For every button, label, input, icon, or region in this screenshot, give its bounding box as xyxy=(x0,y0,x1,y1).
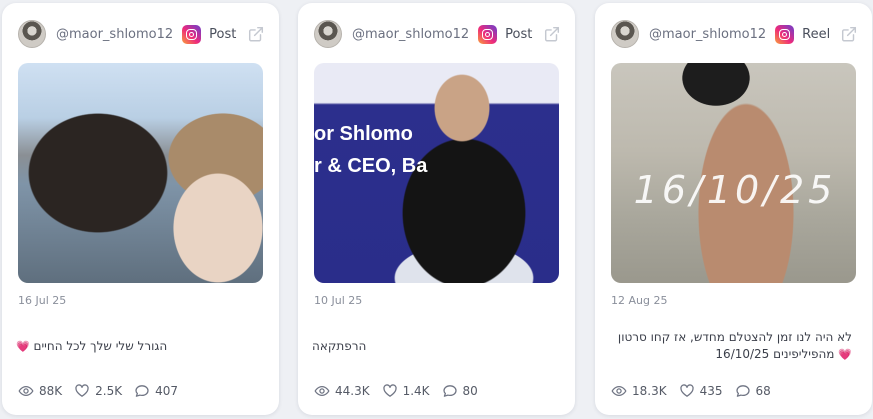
likes-stat: 1.4K xyxy=(382,383,430,399)
instagram-icon xyxy=(775,24,795,44)
external-link-icon[interactable] xyxy=(543,25,561,43)
caption-line: לא היה לנו זמן להצטלם מחדש, אז קחו סרטון xyxy=(617,330,852,344)
comments-count: 68 xyxy=(755,384,771,398)
account-handle: @maor_shlomo12 xyxy=(56,26,174,42)
post-type-label: Reel xyxy=(802,26,831,42)
post-card[interactable]: @maor_shlomo12 Reel 16/10/25 12 Aug 25 ל… xyxy=(595,3,872,415)
video-overlay-text: 16/10/25 xyxy=(633,168,837,212)
post-card[interactable]: @maor_shlomo12 Post or Shlomo r & CEO, B… xyxy=(298,3,575,415)
comments-stat: 80 xyxy=(442,383,478,399)
likes-stat: 435 xyxy=(679,383,723,399)
account-handle: @maor_shlomo12 xyxy=(352,26,470,42)
caption-date: 16/10/25 xyxy=(715,347,770,361)
post-date: 16 Jul 25 xyxy=(18,294,67,307)
post-stats: 88K 2.5K 407 xyxy=(18,383,190,399)
views-stat: 44.3K xyxy=(314,383,370,399)
instagram-icon xyxy=(182,24,202,44)
card-header: @maor_shlomo12 Post xyxy=(314,19,561,49)
views-count: 18.3K xyxy=(632,384,667,398)
heart-icon xyxy=(75,384,89,397)
post-date: 10 Jul 25 xyxy=(314,294,363,307)
avatar xyxy=(611,20,639,48)
caption-text: הגורל שלי שלך לכל החיים xyxy=(33,339,168,353)
post-stats: 44.3K 1.4K 80 xyxy=(314,383,490,399)
heart-icon xyxy=(382,384,397,397)
external-link-icon[interactable] xyxy=(840,25,858,43)
heart-emoji: 💗 xyxy=(838,348,852,361)
card-header: @maor_shlomo12 Reel xyxy=(611,19,858,49)
comment-icon xyxy=(135,385,149,397)
post-card[interactable]: @maor_shlomo12 Post 16 Jul 25 הגורל שלי … xyxy=(2,3,279,415)
post-type-label: Post xyxy=(505,26,533,42)
post-caption: הגורל שלי שלך לכל החיים 💗 xyxy=(16,338,265,355)
comment-icon xyxy=(442,385,457,397)
post-caption: הרפתקאה xyxy=(312,338,561,355)
comments-count: 80 xyxy=(462,384,478,398)
post-caption: לא היה לנו זמן להצטלם מחדש, אז קחו סרטון… xyxy=(609,329,852,363)
post-image[interactable] xyxy=(18,63,263,283)
account-handle: @maor_shlomo12 xyxy=(649,26,767,42)
caption-text: מהפיליפינים xyxy=(773,347,835,361)
avatar xyxy=(18,20,46,48)
likes-count: 435 xyxy=(699,384,723,398)
banner-line: or Shlomo xyxy=(314,123,413,145)
caption-line: 💗 מהפיליפינים 16/10/25 xyxy=(609,346,852,363)
card-header: @maor_shlomo12 Post xyxy=(18,19,265,49)
eye-icon xyxy=(611,385,627,397)
instagram-icon xyxy=(478,24,498,44)
banner-line: r & CEO, Ba xyxy=(314,155,428,177)
comment-icon xyxy=(735,385,750,397)
image-banner-text: or Shlomo r & CEO, Ba xyxy=(314,118,427,182)
comments-stat: 68 xyxy=(735,383,771,399)
caption-text: הרפתקאה xyxy=(312,339,367,353)
views-stat: 18.3K xyxy=(611,383,667,399)
post-type-label: Post xyxy=(209,26,237,42)
post-image[interactable]: or Shlomo r & CEO, Ba xyxy=(314,63,559,283)
reel-thumbnail[interactable]: 16/10/25 xyxy=(611,63,856,283)
comments-stat: 407 xyxy=(134,383,178,399)
post-date: 12 Aug 25 xyxy=(611,294,668,307)
avatar xyxy=(314,20,342,48)
likes-count: 2.5K xyxy=(95,384,123,398)
external-link-icon[interactable] xyxy=(247,25,265,43)
comments-count: 407 xyxy=(155,384,178,398)
post-stats: 18.3K 435 68 xyxy=(611,383,783,399)
heart-emoji: 💗 xyxy=(16,340,30,353)
likes-count: 1.4K xyxy=(402,384,430,398)
heart-icon xyxy=(679,384,694,397)
likes-stat: 2.5K xyxy=(74,383,122,399)
eye-icon xyxy=(314,385,330,397)
views-stat: 88K xyxy=(18,383,62,399)
views-count: 88K xyxy=(39,384,63,398)
views-count: 44.3K xyxy=(335,384,370,398)
eye-icon xyxy=(18,385,34,397)
